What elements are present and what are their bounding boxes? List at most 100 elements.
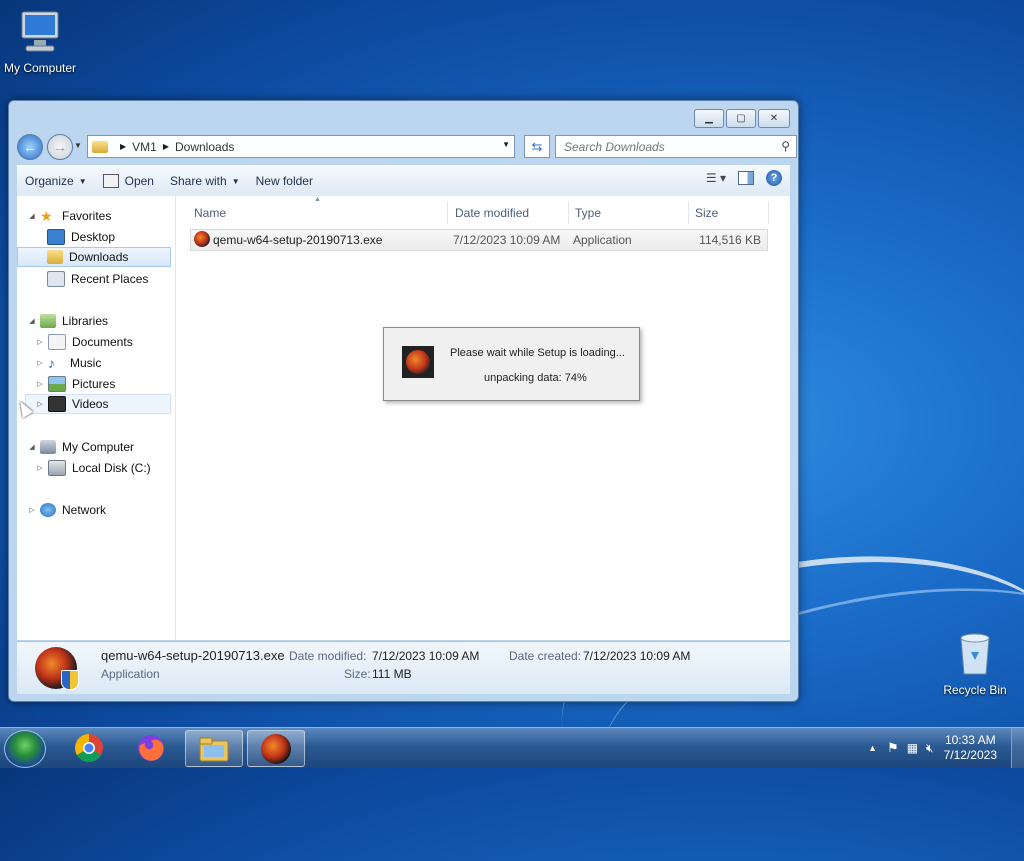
expand-icon[interactable]: ▷ — [35, 400, 45, 408]
search-input[interactable] — [562, 138, 776, 155]
desktop-icon — [47, 229, 65, 245]
tree-documents[interactable]: ▷ Documents — [35, 332, 133, 352]
show-hidden-icons-icon[interactable]: ▲ — [868, 743, 877, 753]
tree-label: Music — [70, 356, 102, 370]
taskbar-firefox[interactable] — [123, 730, 179, 765]
network-status-icon[interactable]: ▦ — [907, 741, 918, 755]
tree-network[interactable]: ▷ Network — [27, 500, 106, 520]
collapse-icon[interactable]: ◢ — [27, 443, 37, 451]
tree-videos[interactable]: ▷ Videos — [25, 394, 171, 414]
address-dropdown-icon[interactable]: ▼ — [502, 140, 510, 149]
dialog-message: Please wait while Setup is loading... — [450, 347, 625, 359]
navigation-bar: ← → ▼ ▶ VM1 ▶ Downloads ▼ ⇆ ⚲ — [17, 133, 797, 161]
tree-label: My Computer — [62, 440, 135, 454]
chevron-right-icon[interactable]: ▶ — [120, 142, 126, 151]
help-icon[interactable]: ? — [766, 170, 782, 186]
column-header-type[interactable]: Type — [569, 202, 689, 224]
chevron-right-icon[interactable]: ▶ — [163, 142, 169, 151]
tree-desktop[interactable]: Desktop — [47, 227, 115, 247]
forward-button[interactable]: → — [47, 134, 73, 160]
file-list: ▲ Name Date modified Type Size qemu-w64-… — [176, 196, 790, 640]
recycle-bin-icon — [960, 633, 990, 675]
collapse-icon[interactable]: ◢ — [27, 317, 37, 325]
expand-icon[interactable]: ▷ — [35, 380, 45, 388]
volume-muted-icon[interactable]: 🔇︎ — [926, 741, 934, 756]
open-label: Open — [124, 174, 154, 188]
tree-label: Desktop — [71, 230, 116, 244]
desktop-icon-my-computer[interactable]: My Computer — [0, 8, 80, 75]
refresh-icon: ⇆ — [531, 138, 543, 154]
explorer-window[interactable]: ▁ ▢ ✕ ← → ▼ ▶ VM1 ▶ Downloads ▼ ⇆ ⚲ Orga… — [8, 100, 799, 702]
tree-label: Downloads — [69, 250, 129, 264]
network-icon — [40, 503, 56, 517]
tree-local-disk[interactable]: ▷ Local Disk (C:) — [35, 458, 151, 478]
taskbar-explorer[interactable] — [185, 730, 243, 767]
tree-label: Recent Places — [71, 272, 149, 286]
recent-pages-dropdown[interactable]: ▼ — [74, 141, 82, 150]
show-desktop-button[interactable] — [1011, 728, 1024, 768]
desktop-icon-recycle-bin[interactable]: Recycle Bin — [935, 630, 1015, 697]
chevron-down-icon: ▼ — [78, 176, 87, 186]
expand-icon[interactable]: ▷ — [35, 359, 45, 367]
back-button[interactable]: ← — [17, 134, 43, 160]
breadcrumb-vm1[interactable]: VM1 — [132, 140, 157, 154]
column-header-name[interactable]: Name — [188, 202, 448, 224]
taskbar-chrome[interactable] — [61, 730, 117, 765]
search-icon[interactable]: ⚲ — [781, 139, 790, 153]
share-with-button[interactable]: Share with ▼ — [162, 169, 248, 193]
details-date-modified: 7/12/2023 10:09 AM — [372, 649, 480, 663]
organize-label: Organize — [25, 174, 74, 188]
tree-label: Favorites — [62, 209, 112, 223]
file-name: qemu-w64-setup-20190713.exe — [213, 233, 383, 247]
new-folder-label: New folder — [255, 174, 313, 188]
star-icon: ★ — [40, 208, 53, 224]
address-bar[interactable]: ▶ VM1 ▶ Downloads ▼ — [87, 135, 515, 158]
open-button[interactable]: Open — [95, 169, 162, 193]
new-folder-button[interactable]: New folder — [248, 169, 321, 193]
details-file-type: Application — [101, 667, 160, 681]
details-size: 111 MB — [372, 667, 412, 681]
tree-my-computer[interactable]: ◢ My Computer — [27, 437, 134, 457]
preview-pane-icon[interactable] — [738, 171, 754, 185]
start-button[interactable] — [4, 730, 46, 768]
computer-icon — [21, 11, 59, 52]
search-box[interactable]: ⚲ — [555, 135, 797, 158]
minimize-button[interactable]: ▁ — [694, 109, 724, 128]
tree-label: Libraries — [62, 314, 109, 328]
column-header-date-modified[interactable]: Date modified — [449, 202, 569, 224]
breadcrumb-downloads[interactable]: Downloads — [175, 140, 234, 154]
expand-icon[interactable]: ▷ — [35, 464, 45, 472]
tree-downloads[interactable]: Downloads — [17, 247, 171, 267]
dialog-status: unpacking data: 74% — [484, 372, 587, 384]
collapse-icon[interactable]: ◢ — [27, 212, 37, 220]
tree-favorites[interactable]: ◢ ★ Favorites — [27, 206, 111, 226]
details-date-modified-label: Date modified: — [289, 649, 367, 663]
maximize-button[interactable]: ▢ — [726, 109, 756, 128]
expand-icon[interactable]: ▷ — [27, 506, 37, 514]
column-header-size[interactable]: Size — [689, 202, 769, 224]
file-row[interactable]: qemu-w64-setup-20190713.exe 7/12/2023 10… — [190, 229, 768, 251]
libraries-icon — [40, 314, 56, 328]
tree-libraries[interactable]: ◢ Libraries — [27, 311, 108, 331]
navigation-pane: ◢ ★ Favorites Desktop Downloads Recent P… — [17, 196, 176, 640]
clock[interactable]: 10:33 AM 7/12/2023 — [944, 733, 997, 763]
desktop-icon-label: Recycle Bin — [943, 683, 1007, 697]
taskbar-qemu-setup[interactable] — [247, 730, 305, 767]
recent-places-icon — [47, 271, 65, 287]
expand-icon[interactable]: ▷ — [35, 338, 45, 346]
close-button[interactable]: ✕ — [758, 109, 790, 128]
refresh-button[interactable]: ⇆ — [524, 135, 550, 158]
action-center-flag-icon[interactable]: ⚑ — [887, 740, 899, 756]
tree-label: Network — [62, 503, 107, 517]
clock-time: 10:33 AM — [944, 733, 996, 747]
tree-label: Local Disk (C:) — [72, 461, 151, 475]
tree-music[interactable]: ▷ ♪ Music — [35, 353, 101, 373]
tree-label: Videos — [72, 397, 109, 411]
column-label: Size — [695, 206, 719, 220]
tree-recent-places[interactable]: Recent Places — [47, 269, 148, 289]
view-options-icon[interactable]: ☰ ▾ — [706, 171, 726, 185]
tree-pictures[interactable]: ▷ Pictures — [35, 374, 115, 394]
clock-date: 7/12/2023 — [943, 748, 997, 762]
organize-button[interactable]: Organize ▼ — [17, 169, 95, 193]
command-bar: Organize ▼ Open Share with ▼ New folder ☰ … — [17, 165, 790, 197]
